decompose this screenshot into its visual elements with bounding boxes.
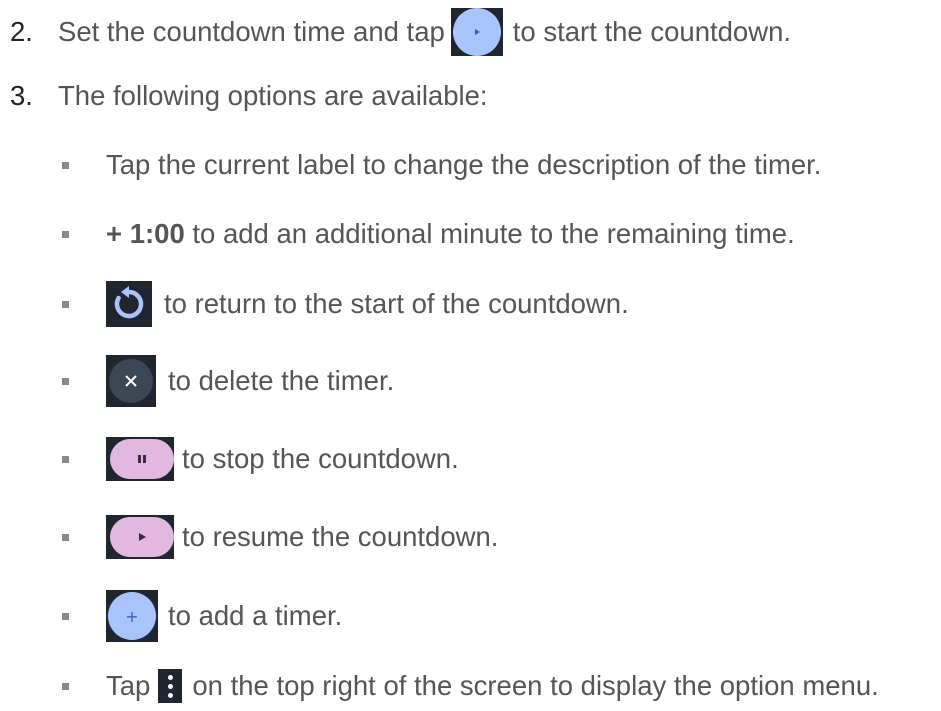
option-delete: to delete the timer. <box>0 355 941 407</box>
bullet <box>62 612 69 620</box>
more-vertical-icon <box>158 669 183 703</box>
option-text: to delete the timer. <box>106 355 394 407</box>
resume-description: to resume the countdown. <box>182 521 499 552</box>
option-text: + 1:00 to add an additional minute to th… <box>106 218 795 250</box>
stop-description: to stop the countdown. <box>182 443 459 474</box>
step-text-after: to start the countdown. <box>512 16 792 47</box>
add-timer-description: to add a timer. <box>168 600 343 631</box>
play-icon <box>139 533 146 541</box>
option-text: + to add a timer. <box>106 590 342 642</box>
step-3: 3. The following options are available: <box>0 76 941 116</box>
bullet <box>62 230 69 238</box>
add-timer-icon: + <box>106 590 158 642</box>
step-number: 3. <box>10 80 33 111</box>
option-resume: to resume the countdown. <box>0 515 941 559</box>
step-text: The following options are available: <box>58 80 488 111</box>
option-add-minute: + 1:00 to add an additional minute to th… <box>0 214 941 254</box>
option-reset: to return to the start of the countdown. <box>0 280 941 328</box>
start-countdown-icon <box>450 8 503 56</box>
option-text: to resume the countdown. <box>106 515 498 559</box>
add-minute-description: to add an additional minute to the remai… <box>192 218 795 249</box>
option-text: Tap the current label to change the desc… <box>106 149 822 180</box>
bullet <box>62 682 69 690</box>
option-text: to return to the start of the countdown. <box>106 281 629 327</box>
pause-icon <box>138 455 146 463</box>
menu-text-after: on the top right of the screen to displa… <box>192 670 879 701</box>
resume-icon <box>106 515 174 559</box>
option-label: Tap the current label to change the desc… <box>0 145 941 185</box>
stop-icon <box>106 437 174 481</box>
bullet <box>62 300 69 308</box>
step-text: Set the countdown time and tap to start … <box>58 8 791 56</box>
plus-icon: + <box>108 592 156 640</box>
step-2: 2. Set the countdown time and tap to sta… <box>0 6 941 58</box>
step-number: 2. <box>10 16 33 47</box>
bullet <box>62 455 69 463</box>
add-minute-label: + 1:00 <box>106 218 185 249</box>
option-text: to stop the countdown. <box>106 437 459 481</box>
delete-icon <box>106 355 156 407</box>
step-text-before: Set the countdown time and tap <box>58 16 445 47</box>
reset-description: to return to the start of the countdown. <box>164 288 629 319</box>
menu-text-before: Tap <box>106 670 151 701</box>
bullet <box>62 533 69 541</box>
close-icon <box>125 375 137 387</box>
option-text: Tap on the top right of the screen to di… <box>106 669 879 703</box>
play-icon <box>474 29 480 35</box>
bullet <box>62 377 69 385</box>
option-menu: Tap on the top right of the screen to di… <box>0 666 941 706</box>
reset-icon <box>106 281 152 327</box>
option-add-timer: + to add a timer. <box>0 590 941 642</box>
option-stop: to stop the countdown. <box>0 437 941 481</box>
delete-description: to delete the timer. <box>168 365 395 396</box>
bullet <box>62 161 69 169</box>
